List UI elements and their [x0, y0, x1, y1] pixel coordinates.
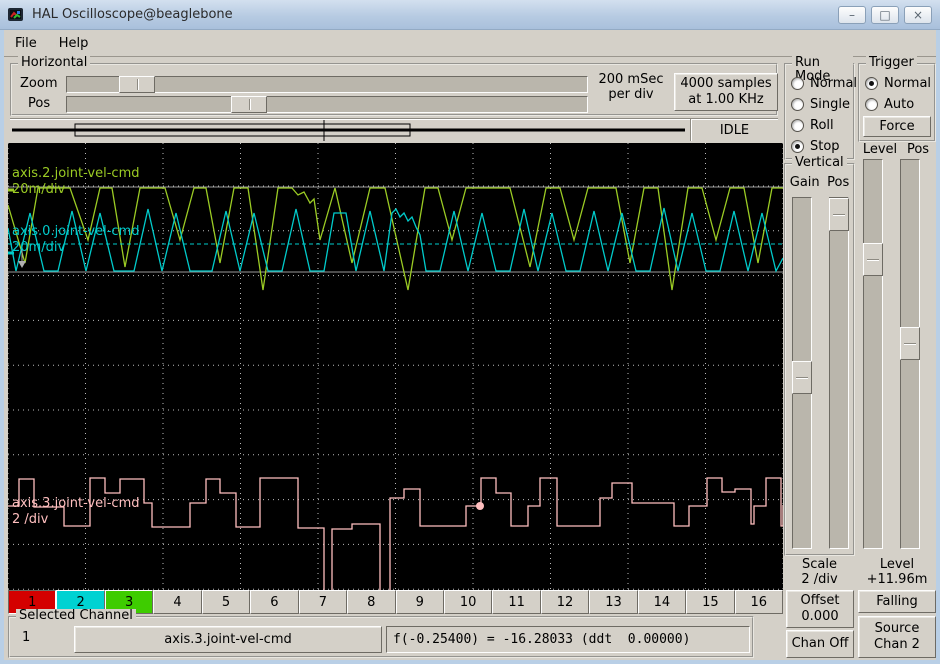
radio-label: Normal: [810, 76, 857, 91]
radio-normal[interactable]: Normal: [786, 73, 853, 94]
vertical-pos-slider-handle[interactable]: [829, 198, 849, 231]
record-length-button[interactable]: 4000 samples at 1.00 KHz: [674, 73, 778, 111]
trigger-slider-headers: Level Pos: [858, 142, 936, 157]
channel-button-15[interactable]: 15: [686, 590, 734, 614]
app-window: HAL Oscilloscope@beaglebone – □ × File H…: [0, 0, 940, 664]
vertical-frame-label: Vertical: [792, 156, 847, 170]
channel-button-7[interactable]: 7: [299, 590, 347, 614]
run-mode-options: Normal Single Roll Stop: [786, 73, 853, 157]
minimize-button[interactable]: –: [838, 6, 866, 24]
vertical-pos-header: Pos: [823, 175, 853, 190]
scale-readout: Scale 2 /div: [784, 557, 855, 587]
offset-button[interactable]: Offset 0.000: [786, 590, 854, 628]
vertical-gain-slider-handle[interactable]: [792, 361, 812, 394]
pos-slider-label: Pos: [28, 96, 62, 111]
record-indicator-row: IDLE: [10, 118, 778, 141]
horizontal-pos-slider-handle[interactable]: [231, 96, 267, 113]
radio-dot[interactable]: [791, 140, 804, 153]
channel-button-13[interactable]: 13: [589, 590, 637, 614]
selected-channel-number: 1: [22, 630, 30, 645]
selected-channel-frame-label: Selected Channel: [16, 609, 136, 623]
radio-dot[interactable]: [791, 98, 804, 111]
radio-normal[interactable]: Normal: [860, 73, 934, 94]
trace-label-chan2: axis.0.joint-vel-cmd20m/div: [12, 224, 140, 256]
radio-single[interactable]: Single: [786, 94, 853, 115]
trigger-pos-slider-handle[interactable]: [900, 327, 920, 360]
radio-auto[interactable]: Auto: [860, 94, 934, 115]
chan-off-button[interactable]: Chan Off: [786, 630, 854, 658]
window-title: HAL Oscilloscope@beaglebone: [32, 7, 833, 22]
run-mode-frame: Run Mode NormalSingleRollStop: [784, 63, 855, 160]
trigger-pos-slider[interactable]: [900, 159, 920, 549]
radio-dot[interactable]: [791, 77, 804, 90]
trigger-force-button[interactable]: Force: [863, 116, 931, 137]
selected-channel-name-button[interactable]: axis.3.joint-vel-cmd: [74, 626, 382, 653]
radio-dot[interactable]: [865, 98, 878, 111]
zoom-slider-label: Zoom: [20, 76, 62, 91]
radio-dot[interactable]: [865, 77, 878, 90]
channel-button-14[interactable]: 14: [638, 590, 686, 614]
radio-label: Normal: [884, 76, 931, 91]
vertical-gain-slider[interactable]: [792, 197, 812, 549]
radio-dot[interactable]: [791, 119, 804, 132]
sample-rate-label: 200 mSec per div: [592, 72, 670, 102]
trace-label-chan3: axis.2.joint-vel-cmd20m/div: [12, 166, 140, 198]
app-content: Horizontal Zoom Pos 200 mSec per div 400…: [4, 57, 936, 660]
cursor-readout: f(-0.25400) = -16.28033 (ddt 0.00000): [386, 626, 750, 653]
vertical-pos-slider[interactable]: [829, 197, 849, 549]
menu-file[interactable]: File: [4, 30, 48, 56]
capture-status: IDLE: [690, 119, 778, 141]
trigger-level-slider[interactable]: [863, 159, 883, 549]
trigger-level-slider-handle[interactable]: [863, 243, 883, 276]
menu-bar: File Help: [4, 30, 936, 57]
horizontal-pos-slider[interactable]: [66, 96, 588, 113]
radio-roll[interactable]: Roll: [786, 115, 853, 136]
channel-button-5[interactable]: 5: [202, 590, 250, 614]
trigger-source-button[interactable]: Source Chan 2: [858, 616, 936, 658]
record-position-indicator: [10, 119, 686, 142]
channel-button-16[interactable]: 16: [735, 590, 783, 614]
channel-button-4[interactable]: 4: [153, 590, 201, 614]
channel-button-9[interactable]: 9: [396, 590, 444, 614]
trigger-options: Normal Auto: [860, 73, 934, 115]
app-icon: [8, 7, 24, 23]
vertical-slider-headers: Gain Pos: [786, 175, 853, 190]
trace-label-chan1: axis.3.joint-vel-cmd2 /div: [12, 496, 140, 528]
selected-channel-frame: Selected Channel 1 axis.3.joint-vel-cmd …: [8, 616, 754, 658]
radio-label: Auto: [884, 97, 914, 112]
horizontal-frame-label: Horizontal: [18, 56, 90, 70]
radio-stop[interactable]: Stop: [786, 136, 853, 157]
trigger-level-header: Level: [858, 142, 902, 157]
radio-label: Roll: [810, 118, 834, 133]
channel-button-11[interactable]: 11: [492, 590, 540, 614]
title-bar: HAL Oscilloscope@beaglebone – □ ×: [0, 0, 940, 30]
trigger-level-readout: Level +11.96m: [858, 557, 936, 587]
channel-button-12[interactable]: 12: [541, 590, 589, 614]
horizontal-frame: Horizontal Zoom Pos 200 mSec per div 400…: [10, 63, 778, 116]
channel-button-6[interactable]: 6: [250, 590, 298, 614]
trigger-frame-label: Trigger: [866, 56, 917, 70]
channel-button-10[interactable]: 10: [444, 590, 492, 614]
channel-button-8[interactable]: 8: [347, 590, 395, 614]
trigger-frame: Trigger NormalAuto Force: [858, 63, 936, 142]
scope-display[interactable]: axis.2.joint-vel-cmd20m/div axis.0.joint…: [8, 143, 783, 590]
horizontal-zoom-slider-handle[interactable]: [119, 76, 155, 93]
vertical-gain-header: Gain: [786, 175, 823, 190]
radio-label: Stop: [810, 139, 840, 154]
vertical-frame: Vertical Gain Pos: [784, 163, 855, 556]
trigger-pos-header: Pos: [902, 142, 934, 157]
maximize-button[interactable]: □: [871, 6, 899, 24]
horizontal-zoom-slider[interactable]: [66, 76, 588, 93]
close-button[interactable]: ×: [904, 6, 932, 24]
radio-label: Single: [810, 97, 850, 112]
trigger-edge-button[interactable]: Falling: [858, 590, 936, 613]
menu-help[interactable]: Help: [48, 30, 100, 56]
